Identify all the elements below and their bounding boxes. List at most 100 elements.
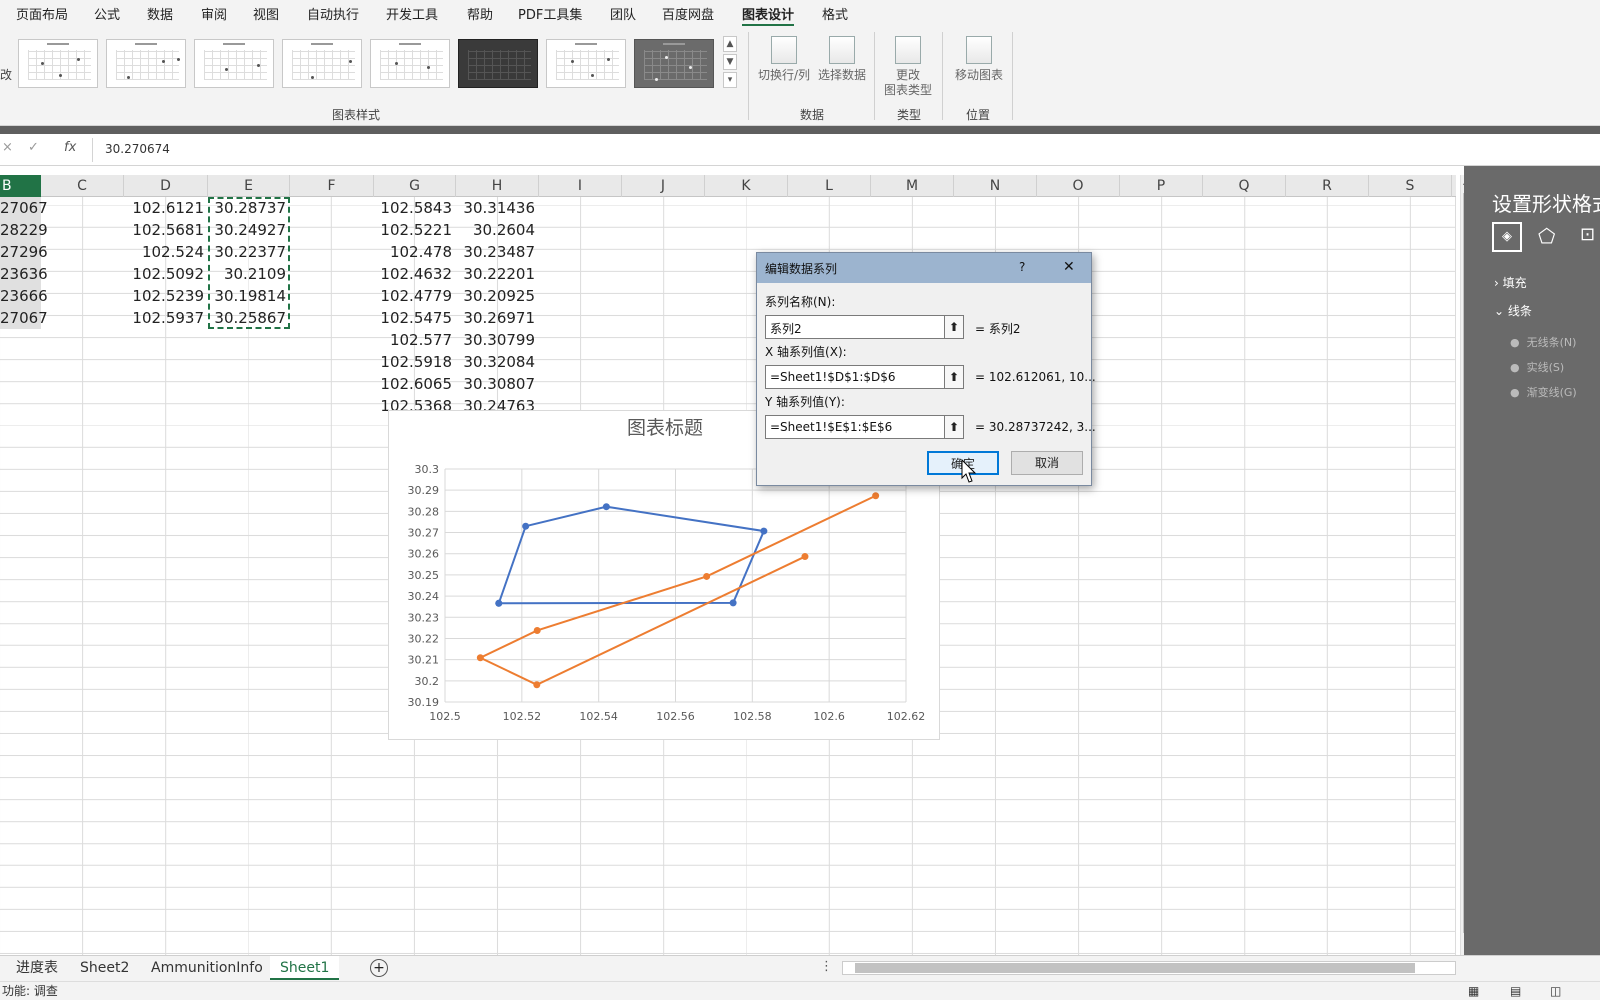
- chart-style-5[interactable]: [370, 39, 450, 88]
- fill-line-icon[interactable]: ◈: [1492, 222, 1522, 252]
- section-fill[interactable]: › 填充: [1494, 274, 1527, 291]
- insert-function-icon[interactable]: fx: [64, 140, 76, 155]
- col-header-c[interactable]: C: [41, 175, 124, 197]
- h-scroll-thumb[interactable]: [855, 963, 1415, 973]
- cell-g2[interactable]: 102.5221: [374, 219, 456, 241]
- cell-e5[interactable]: 30.19814: [208, 285, 290, 307]
- cell-h5[interactable]: 30.20925: [456, 285, 539, 307]
- col-header-s[interactable]: S: [1369, 175, 1452, 197]
- chart-style-8[interactable]: [634, 39, 714, 88]
- tab-team[interactable]: 团队: [610, 4, 636, 23]
- tab-view[interactable]: 视图: [253, 4, 279, 23]
- tab-formulas[interactable]: 公式: [94, 4, 120, 23]
- col-header-o[interactable]: O: [1037, 175, 1120, 197]
- col-header-p[interactable]: P: [1120, 175, 1203, 197]
- col-header-n[interactable]: N: [954, 175, 1037, 197]
- cell-e6[interactable]: 30.25867: [208, 307, 290, 329]
- cell-b5[interactable]: 23666: [0, 285, 48, 307]
- cell-d2[interactable]: 102.5681: [124, 219, 208, 241]
- change-chart-type-button[interactable]: 更改 图表类型: [880, 36, 936, 98]
- tab-pdf-tools[interactable]: PDF工具集: [518, 4, 582, 23]
- cell-h7[interactable]: 30.30799: [456, 329, 539, 351]
- select-data-button[interactable]: 选择数据: [814, 36, 870, 83]
- series-name-input[interactable]: 系列2: [765, 315, 945, 339]
- confirm-entry-icon[interactable]: ✓: [28, 140, 39, 155]
- add-sheet-icon[interactable]: +: [370, 959, 388, 977]
- chart-style-1[interactable]: [18, 39, 98, 88]
- tab-automate[interactable]: 自动执行: [307, 4, 359, 23]
- chart-style-3[interactable]: [194, 39, 274, 88]
- move-chart-button[interactable]: 移动图表: [950, 36, 1008, 83]
- cell-g7[interactable]: 102.577: [374, 329, 456, 351]
- tab-developer[interactable]: 开发工具: [386, 4, 438, 23]
- col-header-e[interactable]: E: [208, 175, 290, 197]
- cell-h9[interactable]: 30.30807: [456, 373, 539, 395]
- page-break-view-icon[interactable]: ◫: [1550, 982, 1561, 1001]
- cell-b1[interactable]: 27067: [0, 197, 48, 219]
- col-header-j[interactable]: J: [622, 175, 705, 197]
- formula-input[interactable]: 30.270674: [92, 138, 1600, 162]
- col-header-m[interactable]: M: [871, 175, 954, 197]
- chart-style-2[interactable]: [106, 39, 186, 88]
- cancel-button[interactable]: 取消: [1011, 451, 1083, 475]
- cell-b4[interactable]: 23636: [0, 263, 48, 285]
- sheet-tab-sheet1[interactable]: Sheet1: [270, 956, 340, 980]
- tab-chart-design[interactable]: 图表设计: [742, 4, 795, 26]
- switch-row-col-button[interactable]: 切换行/列: [756, 36, 812, 83]
- cell-d4[interactable]: 102.5092: [124, 263, 208, 285]
- cell-g8[interactable]: 102.5918: [374, 351, 456, 373]
- col-header-r[interactable]: R: [1286, 175, 1369, 197]
- cell-d3[interactable]: 102.524: [124, 241, 208, 263]
- tab-format[interactable]: 格式: [822, 4, 848, 23]
- tab-help[interactable]: 帮助: [467, 4, 493, 23]
- normal-view-icon[interactable]: ▦: [1468, 982, 1479, 1001]
- cell-g6[interactable]: 102.5475: [374, 307, 456, 329]
- cell-e3[interactable]: 30.22377: [208, 241, 290, 263]
- radio-gradient-line[interactable]: ● 渐变线(G): [1510, 384, 1577, 400]
- cell-h6[interactable]: 30.26971: [456, 307, 539, 329]
- series-name-collapse-icon[interactable]: ⬆: [944, 315, 964, 339]
- chart-style-7[interactable]: [546, 39, 626, 88]
- cell-h1[interactable]: 30.31436: [456, 197, 539, 219]
- cell-d1[interactable]: 102.6121: [124, 197, 208, 219]
- col-header-f[interactable]: F: [290, 175, 374, 197]
- cell-g5[interactable]: 102.4779: [374, 285, 456, 307]
- sheet-tab-ammunitioninfo[interactable]: AmmunitionInfo: [141, 956, 273, 980]
- radio-no-line[interactable]: ● 无线条(N): [1510, 334, 1576, 350]
- col-header-k[interactable]: K: [705, 175, 788, 197]
- styles-scroll-down-icon[interactable]: ▼: [723, 54, 737, 70]
- col-header-g[interactable]: G: [374, 175, 456, 197]
- cell-g1[interactable]: 102.5843: [374, 197, 456, 219]
- cell-e1[interactable]: 30.28737: [208, 197, 290, 219]
- chart-title[interactable]: 图表标题: [627, 417, 703, 439]
- size-properties-icon[interactable]: ⊡: [1580, 224, 1595, 245]
- chart-style-6[interactable]: [458, 39, 538, 88]
- cell-h8[interactable]: 30.32084: [456, 351, 539, 373]
- y-values-input[interactable]: =Sheet1!$E$1:$E$6: [765, 415, 945, 439]
- close-icon[interactable]: ✕: [1063, 259, 1075, 275]
- cell-b6[interactable]: 27067: [0, 307, 48, 329]
- sheet-tab-sheet2[interactable]: Sheet2: [70, 956, 139, 980]
- chart-style-4[interactable]: [282, 39, 362, 88]
- cell-d6[interactable]: 102.5937: [124, 307, 208, 329]
- col-header-i[interactable]: I: [539, 175, 622, 197]
- tab-review[interactable]: 审阅: [201, 4, 227, 23]
- col-header-d[interactable]: D: [124, 175, 208, 197]
- page-layout-view-icon[interactable]: ▤: [1510, 982, 1521, 1001]
- cell-h4[interactable]: 30.22201: [456, 263, 539, 285]
- col-header-b[interactable]: B: [0, 175, 41, 197]
- tab-page-layout[interactable]: 页面布局: [16, 4, 68, 23]
- tab-options-icon[interactable]: ⋮: [820, 959, 833, 974]
- col-header-l[interactable]: L: [788, 175, 871, 197]
- cell-d5[interactable]: 102.5239: [124, 285, 208, 307]
- section-line[interactable]: ⌄ 线条: [1494, 302, 1532, 319]
- cell-b3[interactable]: 27296: [0, 241, 48, 263]
- radio-solid-line[interactable]: ● 实线(S): [1510, 359, 1564, 375]
- cell-g3[interactable]: 102.478: [374, 241, 456, 263]
- help-icon[interactable]: ?: [1019, 260, 1025, 274]
- sheet-tab-progress[interactable]: 进度表: [6, 956, 68, 980]
- styles-expand-icon[interactable]: ▾: [723, 72, 737, 88]
- cell-b2[interactable]: 28229: [0, 219, 48, 241]
- col-header-q[interactable]: Q: [1203, 175, 1286, 197]
- cell-e2[interactable]: 30.24927: [208, 219, 290, 241]
